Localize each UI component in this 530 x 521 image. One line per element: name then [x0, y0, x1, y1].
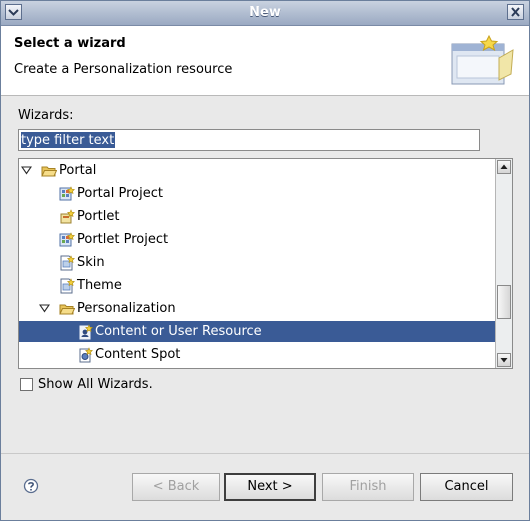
tree-item[interactable]: Portlet	[19, 206, 496, 227]
close-icon	[511, 7, 520, 17]
tree-item[interactable]: Portal	[19, 160, 496, 181]
project-icon	[59, 232, 75, 248]
scroll-down-button[interactable]	[497, 353, 511, 367]
tree-item-label: Personalization	[77, 301, 176, 316]
window-title: New	[249, 5, 281, 20]
new-wizard-dialog: New Select a wizard Create a Personaliza…	[0, 0, 530, 521]
wizard-banner-icon	[451, 34, 514, 85]
tree-item-label: Portlet Project	[77, 232, 169, 247]
scroll-up-button[interactable]	[497, 160, 511, 174]
project-icon	[59, 186, 75, 202]
file-icon	[59, 278, 75, 294]
tree-item-label: Theme	[77, 278, 122, 293]
tree-item-label: Portal Project	[77, 186, 163, 201]
title-bar: New	[1, 1, 529, 26]
tree-item-label: Portal	[59, 163, 97, 178]
user-resource-icon	[77, 324, 93, 340]
expand-toggle-icon[interactable]	[39, 303, 50, 314]
content-spot-icon	[77, 347, 93, 363]
filter-field[interactable]	[18, 129, 480, 151]
arrow-down-icon	[500, 358, 508, 363]
wizard-tree[interactable]: Portal Portal Project Portlet Portlet Proje…	[18, 158, 513, 369]
show-all-label: Show All Wizards.	[38, 377, 153, 392]
tree-scrollbar[interactable]	[495, 159, 512, 368]
tree-item[interactable]: Personalization	[19, 298, 496, 319]
wizard-title: Select a wizard	[14, 36, 126, 51]
tree-item-label: Content Spot	[95, 347, 181, 362]
wizards-label: Wizards:	[18, 108, 74, 123]
portlet-icon	[59, 209, 75, 225]
show-all-checkbox[interactable]	[20, 378, 33, 391]
folder-open-icon	[59, 301, 76, 317]
file-icon	[59, 255, 75, 271]
cancel-button[interactable]: Cancel	[420, 473, 513, 501]
help-icon[interactable]	[23, 478, 39, 494]
button-bar-separator	[1, 453, 529, 454]
tree-item-label: Portlet	[77, 209, 120, 224]
expand-toggle-icon[interactable]	[21, 165, 32, 176]
back-button[interactable]: < Back	[132, 473, 220, 501]
tree-item[interactable]: Content Spot	[19, 344, 496, 365]
next-button[interactable]: Next >	[224, 473, 316, 501]
tree-item-label: Skin	[77, 255, 105, 270]
arrow-up-icon	[500, 164, 508, 169]
wizard-description: Create a Personalization resource	[14, 62, 233, 77]
tree-item[interactable]: Portlet Project	[19, 229, 496, 250]
tree-item-label: Content or User Resource	[95, 324, 262, 339]
tree-item[interactable]: Theme	[19, 275, 496, 296]
tree-item[interactable]: Skin	[19, 252, 496, 273]
tree-item[interactable]: Portal Project	[19, 183, 496, 204]
folder-open-icon	[41, 163, 58, 179]
scroll-thumb[interactable]	[497, 285, 511, 319]
filter-input[interactable]	[21, 132, 477, 148]
wizard-header: Select a wizard Create a Personalization…	[1, 26, 529, 96]
close-button[interactable]	[507, 4, 524, 20]
finish-button[interactable]: Finish	[322, 473, 414, 501]
tree-item[interactable]: Content or User Resource	[19, 321, 496, 342]
